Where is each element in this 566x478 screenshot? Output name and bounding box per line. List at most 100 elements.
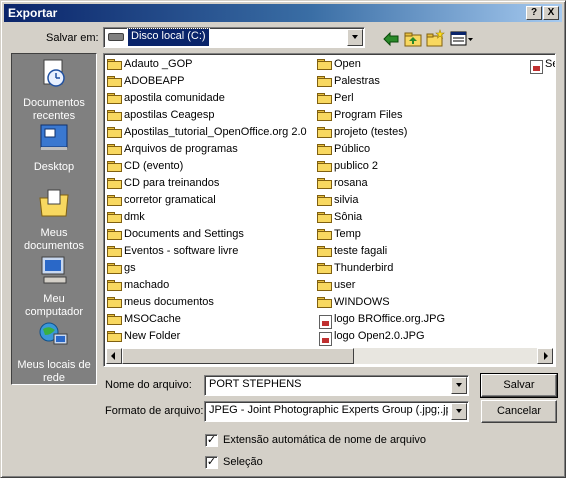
- scroll-left-button[interactable]: [106, 348, 122, 364]
- selection-checkbox[interactable]: ✓: [205, 456, 218, 469]
- scroll-thumb[interactable]: [122, 348, 354, 364]
- folder-icon: [317, 144, 332, 155]
- list-item[interactable]: Público: [316, 141, 445, 158]
- list-item[interactable]: meus documentos: [106, 294, 307, 311]
- list-item[interactable]: corretor gramatical: [106, 192, 307, 209]
- close-button[interactable]: X: [543, 6, 559, 20]
- folder-icon: [107, 195, 122, 206]
- file-name: logo BROffice.org.JPG: [334, 313, 446, 325]
- place-recent-documents[interactable]: Documentos recentes: [12, 58, 96, 123]
- list-item[interactable]: apostila comunidade: [106, 90, 307, 107]
- format-dropdown-arrow[interactable]: [451, 403, 467, 420]
- file-name: Público: [334, 143, 371, 155]
- file-name: gs: [124, 262, 136, 274]
- scroll-right-button[interactable]: [537, 348, 553, 364]
- auto-extension-checkbox[interactable]: ✓: [205, 434, 218, 447]
- folder-icon: [107, 76, 122, 87]
- file-name: corretor gramatical: [124, 194, 216, 206]
- list-item[interactable]: Perl: [316, 90, 445, 107]
- list-item[interactable]: user: [316, 277, 445, 294]
- my-computer-icon: [41, 256, 67, 284]
- list-item[interactable]: Thunderbird: [316, 260, 445, 277]
- list-item[interactable]: Se: [527, 56, 555, 74]
- save-button[interactable]: Salvar: [480, 373, 558, 398]
- file-name: Se: [545, 58, 555, 70]
- file-name: teste fagali: [334, 245, 388, 257]
- list-item[interactable]: logo BROffice.org.JPG: [316, 311, 446, 329]
- folder-icon: [107, 314, 122, 325]
- place-label: rede: [42, 372, 66, 384]
- horizontal-scrollbar[interactable]: [106, 348, 553, 364]
- back-icon[interactable]: [381, 29, 401, 49]
- list-item[interactable]: ADOBEAPP: [106, 73, 307, 90]
- file-name: Sônia: [334, 211, 363, 223]
- my-documents-icon: [39, 189, 69, 217]
- file-name: publico 2: [334, 160, 379, 172]
- folder-icon: [317, 246, 332, 257]
- place-desktop[interactable]: Desktop: [12, 122, 96, 174]
- place-my-computer[interactable]: Meu computador: [12, 254, 96, 319]
- list-item[interactable]: Apostilas_tutorial_OpenOffice.org 2.0: [106, 124, 307, 141]
- list-item[interactable]: Palestras: [316, 73, 445, 90]
- title-bar[interactable]: Exportar ? X: [4, 4, 562, 22]
- help-button[interactable]: ?: [526, 6, 542, 20]
- filename-label: Nome do arquivo:: [105, 379, 192, 391]
- folder-icon: [317, 195, 332, 206]
- folder-icon: [317, 280, 332, 291]
- folder-icon: [107, 229, 122, 240]
- place-network[interactable]: Meus locais de rede: [12, 320, 96, 385]
- filename-input[interactable]: PORT STEPHENS: [204, 375, 469, 396]
- jpg-file-icon: [317, 314, 332, 329]
- list-item[interactable]: apostilas Ceagesp: [106, 107, 307, 124]
- list-item[interactable]: logo Open2.0.JPG: [316, 328, 445, 346]
- list-item[interactable]: gs: [106, 260, 307, 277]
- folder-icon: [107, 212, 122, 223]
- place-label: Documentos: [23, 97, 85, 109]
- list-item[interactable]: MSOCache: [106, 311, 307, 328]
- view-menu-icon[interactable]: [449, 29, 475, 49]
- save-in-dropdown[interactable]: Disco local (C:): [103, 27, 365, 48]
- file-name: apostilas Ceagesp: [124, 109, 215, 121]
- list-item[interactable]: dmk: [106, 209, 307, 226]
- list-item[interactable]: publico 2: [316, 158, 445, 175]
- folder-icon: [317, 93, 332, 104]
- format-dropdown[interactable]: JPEG - Joint Photographic Experts Group …: [204, 401, 469, 422]
- filename-dropdown-arrow[interactable]: [451, 377, 467, 394]
- list-item[interactable]: CD para treinandos: [106, 175, 307, 192]
- list-item[interactable]: Open: [316, 56, 445, 73]
- list-item[interactable]: Documents and Settings: [106, 226, 307, 243]
- file-list[interactable]: Adauto _GOP ADOBEAPP apostila comunidade ap…: [103, 53, 556, 367]
- list-item[interactable]: silvia: [316, 192, 445, 209]
- list-item[interactable]: rosana: [316, 175, 445, 192]
- list-item[interactable]: Eventos - software livre: [106, 243, 307, 260]
- file-name: ADOBEAPP: [124, 75, 185, 87]
- cancel-button[interactable]: Cancelar: [481, 400, 557, 423]
- list-item[interactable]: New Folder: [106, 328, 307, 345]
- save-in-dropdown-arrow[interactable]: [347, 29, 363, 46]
- list-item[interactable]: Adauto _GOP: [106, 56, 307, 73]
- place-label: computador: [24, 306, 84, 318]
- place-my-documents[interactable]: Meus documentos: [12, 188, 96, 253]
- list-item[interactable]: machado: [106, 277, 307, 294]
- list-item[interactable]: Sônia: [316, 209, 445, 226]
- new-folder-icon[interactable]: [425, 29, 445, 49]
- list-item[interactable]: CD (evento): [106, 158, 307, 175]
- list-item[interactable]: WINDOWS: [316, 294, 445, 311]
- file-name: silvia: [334, 194, 359, 206]
- file-name: Eventos - software livre: [124, 245, 239, 257]
- folder-icon: [317, 110, 332, 121]
- place-label: Meu: [43, 293, 65, 305]
- list-item[interactable]: Temp: [316, 226, 445, 243]
- file-name: rosana: [334, 177, 368, 189]
- list-item[interactable]: projeto (testes): [316, 124, 445, 141]
- places-bar: Documentos recentes Desktop Meus documen…: [11, 53, 97, 385]
- folder-icon: [107, 280, 122, 291]
- folder-icon: [317, 263, 332, 274]
- list-item[interactable]: teste fagali: [316, 243, 445, 260]
- list-item[interactable]: Program Files: [316, 107, 445, 124]
- list-item[interactable]: Arquivos de programas: [106, 141, 307, 158]
- folder-icon: [107, 246, 122, 257]
- up-folder-icon[interactable]: [403, 29, 423, 49]
- file-name: WINDOWS: [334, 296, 390, 308]
- auto-extension-label: Extensão automática de nome de arquivo: [223, 434, 427, 446]
